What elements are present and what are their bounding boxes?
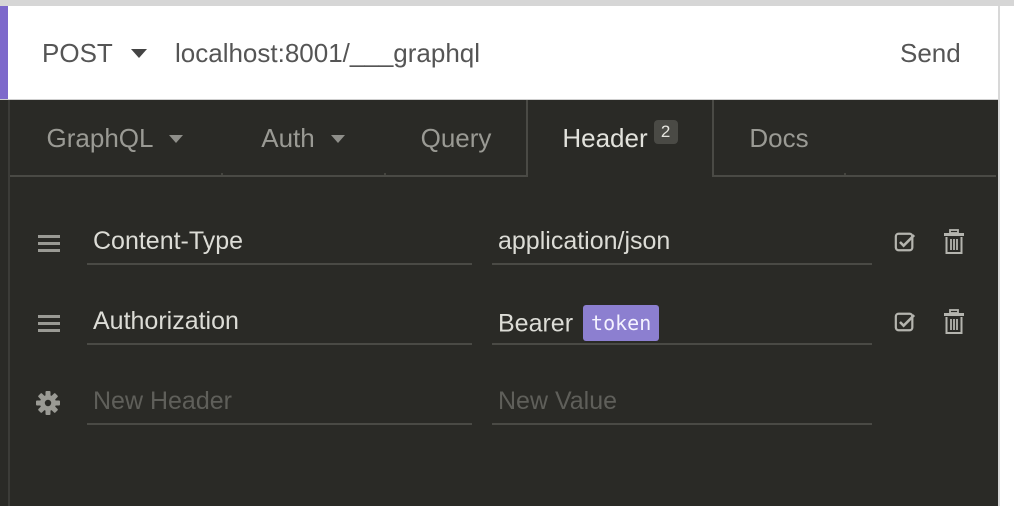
- tab-underline: [10, 175, 526, 177]
- header-count-badge: 2: [653, 119, 678, 144]
- tab-label: Docs: [749, 123, 809, 153]
- method-label: POST: [42, 37, 113, 68]
- new-header-value-field[interactable]: New Value: [492, 381, 872, 425]
- trash-icon[interactable]: [944, 229, 964, 255]
- header-row: Authorization Bearer token: [10, 295, 996, 351]
- right-edge: [998, 6, 1014, 506]
- gear-icon[interactable]: [35, 390, 61, 416]
- tab-graphql[interactable]: GraphQL: [10, 100, 220, 177]
- header-value-field[interactable]: Bearer token: [492, 301, 872, 345]
- checkbox-checked-icon[interactable]: [894, 311, 916, 333]
- header-name: Content-Type: [93, 227, 244, 255]
- token-tag[interactable]: token: [583, 305, 660, 341]
- tab-label: Query: [420, 123, 492, 153]
- send-button[interactable]: Send: [900, 36, 961, 70]
- new-value-placeholder: New Value: [498, 387, 618, 415]
- tab-query[interactable]: Query: [386, 100, 526, 177]
- header-value: Bearer token: [498, 305, 660, 343]
- header-name: Authorization: [93, 307, 239, 335]
- drag-handle-icon[interactable]: [38, 315, 60, 333]
- header-name-field[interactable]: Authorization: [87, 301, 472, 345]
- request-tabs: GraphQL Auth Query Header 2 Docs: [10, 100, 996, 177]
- header-value-field[interactable]: application/json: [492, 221, 872, 265]
- accent-strip: [0, 6, 8, 99]
- tab-header[interactable]: Header 2: [526, 100, 714, 177]
- header-row: Content-Type application/json: [10, 215, 996, 271]
- new-header-name-field[interactable]: New Header: [87, 381, 472, 425]
- new-header-placeholder: New Header: [93, 387, 232, 415]
- new-header-row: New Header New Value: [10, 375, 996, 431]
- url-bar: POST localhost:8001/___graphql Send: [0, 6, 998, 100]
- method-dropdown[interactable]: POST: [42, 36, 147, 70]
- tab-label: GraphQL: [46, 123, 154, 153]
- header-name-field[interactable]: Content-Type: [87, 221, 472, 265]
- header-value-prefix: Bearer: [498, 309, 574, 338]
- chevron-down-icon: [330, 134, 345, 143]
- chevron-down-icon: [169, 134, 184, 143]
- drag-handle-icon[interactable]: [38, 235, 60, 253]
- checkbox-checked-icon[interactable]: [894, 231, 916, 253]
- trash-icon[interactable]: [944, 309, 964, 335]
- tab-label: Header: [562, 123, 648, 153]
- chevron-down-icon: [130, 48, 147, 58]
- tab-auth[interactable]: Auth: [223, 100, 383, 177]
- tab-underline: [714, 175, 996, 177]
- header-value: application/json: [498, 227, 671, 255]
- tab-docs[interactable]: Docs: [714, 100, 844, 177]
- url-input[interactable]: localhost:8001/___graphql: [175, 36, 775, 70]
- tab-label: Auth: [261, 123, 315, 153]
